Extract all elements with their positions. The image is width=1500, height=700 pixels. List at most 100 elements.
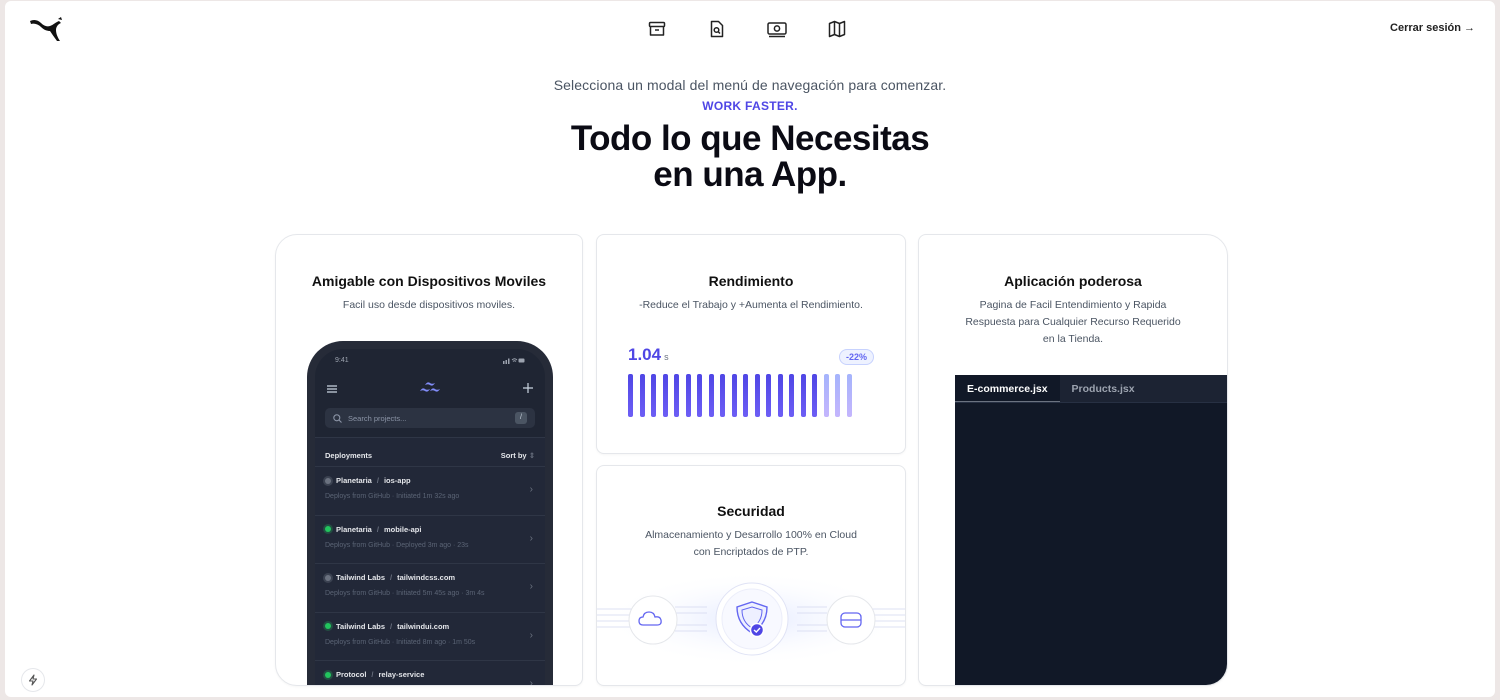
card-title: Aplicación poderosa — [1004, 273, 1142, 289]
performance-bar — [651, 374, 656, 417]
shield-check-icon — [715, 582, 789, 656]
deployment-name: mobile-api — [383, 524, 422, 534]
status-dot — [325, 526, 331, 532]
list-item[interactable]: Protocol / relay-service › — [315, 660, 545, 686]
chevron-right-icon: › — [529, 532, 533, 544]
menu-icon[interactable] — [327, 380, 337, 398]
performance-bar — [639, 374, 645, 417]
status-dot — [325, 671, 331, 678]
signal-wifi-battery-icon — [503, 357, 525, 366]
performance-bar — [731, 374, 737, 417]
page-title: Todo lo que Necesitas en una App. — [5, 121, 1495, 193]
database-icon — [826, 595, 876, 645]
performance-bar — [674, 374, 679, 417]
performance-bar — [766, 374, 771, 417]
document-search-icon[interactable] — [705, 17, 729, 41]
search-icon — [333, 413, 342, 423]
list-item[interactable]: Tailwind Labs / tailwindui.com Deploys fro… — [315, 611, 545, 661]
phone-status-bar: 9:41 — [315, 349, 545, 366]
performance-bar — [720, 374, 725, 417]
deployments-list: Deployments Sort by ⇕ Planetaria / ios-app… — [315, 437, 545, 686]
archive-icon[interactable] — [645, 17, 669, 41]
app-frame: Cerrar sesión → Selecciona un modal del … — [5, 1, 1495, 697]
cloud-icon — [628, 595, 678, 645]
status-dot — [325, 477, 331, 484]
performance-bar — [823, 374, 829, 417]
map-icon[interactable] — [825, 17, 849, 41]
deployment-meta: Deploys from GitHub · Initiated 8m ago ·… — [325, 638, 476, 646]
card-description-line3: en la Tienda. — [1042, 333, 1104, 345]
performance-bar — [812, 374, 817, 417]
mobile-card: Amigable con Dispositivos Moviles Facil … — [275, 234, 583, 686]
tab-products[interactable]: Products.jsx — [1060, 375, 1147, 402]
deployment-org: Tailwind Labs — [336, 621, 386, 631]
performance-unit: s — [664, 352, 669, 362]
code-editor: E-commerce.jsx Products.jsx — [955, 375, 1227, 685]
security-card: Securidad Almacenamiento y Desarrollo 10… — [596, 465, 906, 686]
deployment-org: Protocol — [336, 670, 367, 679]
project-search-input[interactable]: Search projects... / — [325, 408, 535, 428]
deployment-org: Tailwind Labs — [336, 573, 386, 582]
chevron-updown-icon: ⇕ — [528, 451, 535, 460]
performance-change-badge: -22% — [838, 349, 874, 365]
performance-card: Rendimiento -Reduce el Trabajo y +Aument… — [596, 234, 906, 454]
phone-mockup: 9:41 Search projects... / Deployments So… — [307, 341, 553, 686]
deployment-meta: Deploys from GitHub · Initiated 1m 32s a… — [325, 493, 460, 500]
status-dot — [325, 623, 331, 629]
main-nav — [645, 17, 849, 41]
page-title-line2: en una App. — [653, 155, 847, 194]
editor-tabs: E-commerce.jsx Products.jsx — [955, 375, 1227, 403]
logout-link[interactable]: Cerrar sesión → — [1390, 22, 1475, 34]
deployment-meta: Deploys from GitHub · Deployed 3m ago · … — [325, 541, 469, 549]
security-illustration — [597, 569, 905, 685]
list-item[interactable]: Planetaria / ios-app Deploys from GitHub ·… — [315, 466, 545, 515]
sort-button[interactable]: Sort by ⇕ — [501, 451, 535, 460]
deployments-header: Deployments Sort by ⇕ — [315, 438, 545, 466]
hero: Selecciona un modal del menú de navegaci… — [5, 77, 1495, 193]
phone-app-bar — [315, 366, 545, 398]
performance-stats: 1.04 s -22% — [628, 345, 874, 365]
list-item[interactable]: Planetaria / mobile-api Deploys from GitHu… — [315, 514, 545, 564]
performance-bar — [662, 374, 668, 417]
deployments-title: Deployments — [325, 451, 373, 460]
puma-logo[interactable] — [29, 15, 63, 43]
deployment-name: tailwindcss.com — [397, 573, 456, 582]
card-description-line1: Almacenamiento y Desarrollo 100% en Clou… — [645, 529, 857, 541]
tailwind-logo-icon — [420, 380, 440, 398]
deployment-meta: Deploys from GitHub · Initiated 5m 45s a… — [325, 590, 485, 597]
chevron-right-icon: › — [529, 484, 533, 495]
deployment-name: relay-service — [378, 670, 425, 679]
plus-icon[interactable] — [523, 380, 533, 398]
app-card: Aplicación poderosa Pagina de Facil Ente… — [918, 234, 1228, 686]
card-description: Pagina de Facil Entendimiento y Rapida R… — [919, 297, 1227, 348]
card-title: Amigable con Dispositivos Moviles — [311, 273, 547, 289]
deployment-org: Planetaria — [336, 476, 372, 485]
performance-bar — [697, 374, 702, 417]
card-description: -Reduce el Trabajo y +Aumenta el Rendimi… — [639, 299, 863, 311]
hero-subtitle: Selecciona un modal del menú de navegaci… — [553, 77, 947, 93]
card-description-line2: Respuesta para Cualquier Recurso Requeri… — [965, 316, 1181, 328]
page-title-line1: Todo lo que Necesitas — [570, 119, 930, 158]
chevron-right-icon: › — [529, 629, 533, 641]
performance-value: 1.04 — [628, 345, 662, 364]
sort-label: Sort by — [500, 451, 527, 460]
chevron-right-icon: › — [529, 678, 533, 686]
status-dot — [325, 574, 331, 581]
search-shortcut: / — [515, 412, 527, 424]
money-icon[interactable] — [765, 17, 789, 41]
performance-bar — [628, 374, 633, 417]
deployment-name: tailwindui.com — [397, 621, 450, 631]
performance-bar — [800, 374, 806, 417]
chevron-right-icon: › — [529, 581, 533, 592]
card-description-line1: Pagina de Facil Entendimiento y Rapida — [979, 299, 1167, 311]
tab-ecommerce[interactable]: E-commerce.jsx — [955, 375, 1060, 402]
search-placeholder: Search projects... — [348, 413, 407, 423]
performance-bar — [777, 374, 783, 417]
performance-bars — [628, 374, 852, 417]
performance-bar — [835, 374, 840, 417]
phone-screen: 9:41 Search projects... / Deployments So… — [315, 349, 545, 686]
lightning-icon[interactable] — [22, 669, 44, 691]
phone-time: 9:41 — [335, 357, 349, 364]
card-description: Facil uso desde dispositivos moviles. — [342, 299, 516, 311]
list-item[interactable]: Tailwind Labs / tailwindcss.com Deploys fr… — [315, 563, 545, 612]
